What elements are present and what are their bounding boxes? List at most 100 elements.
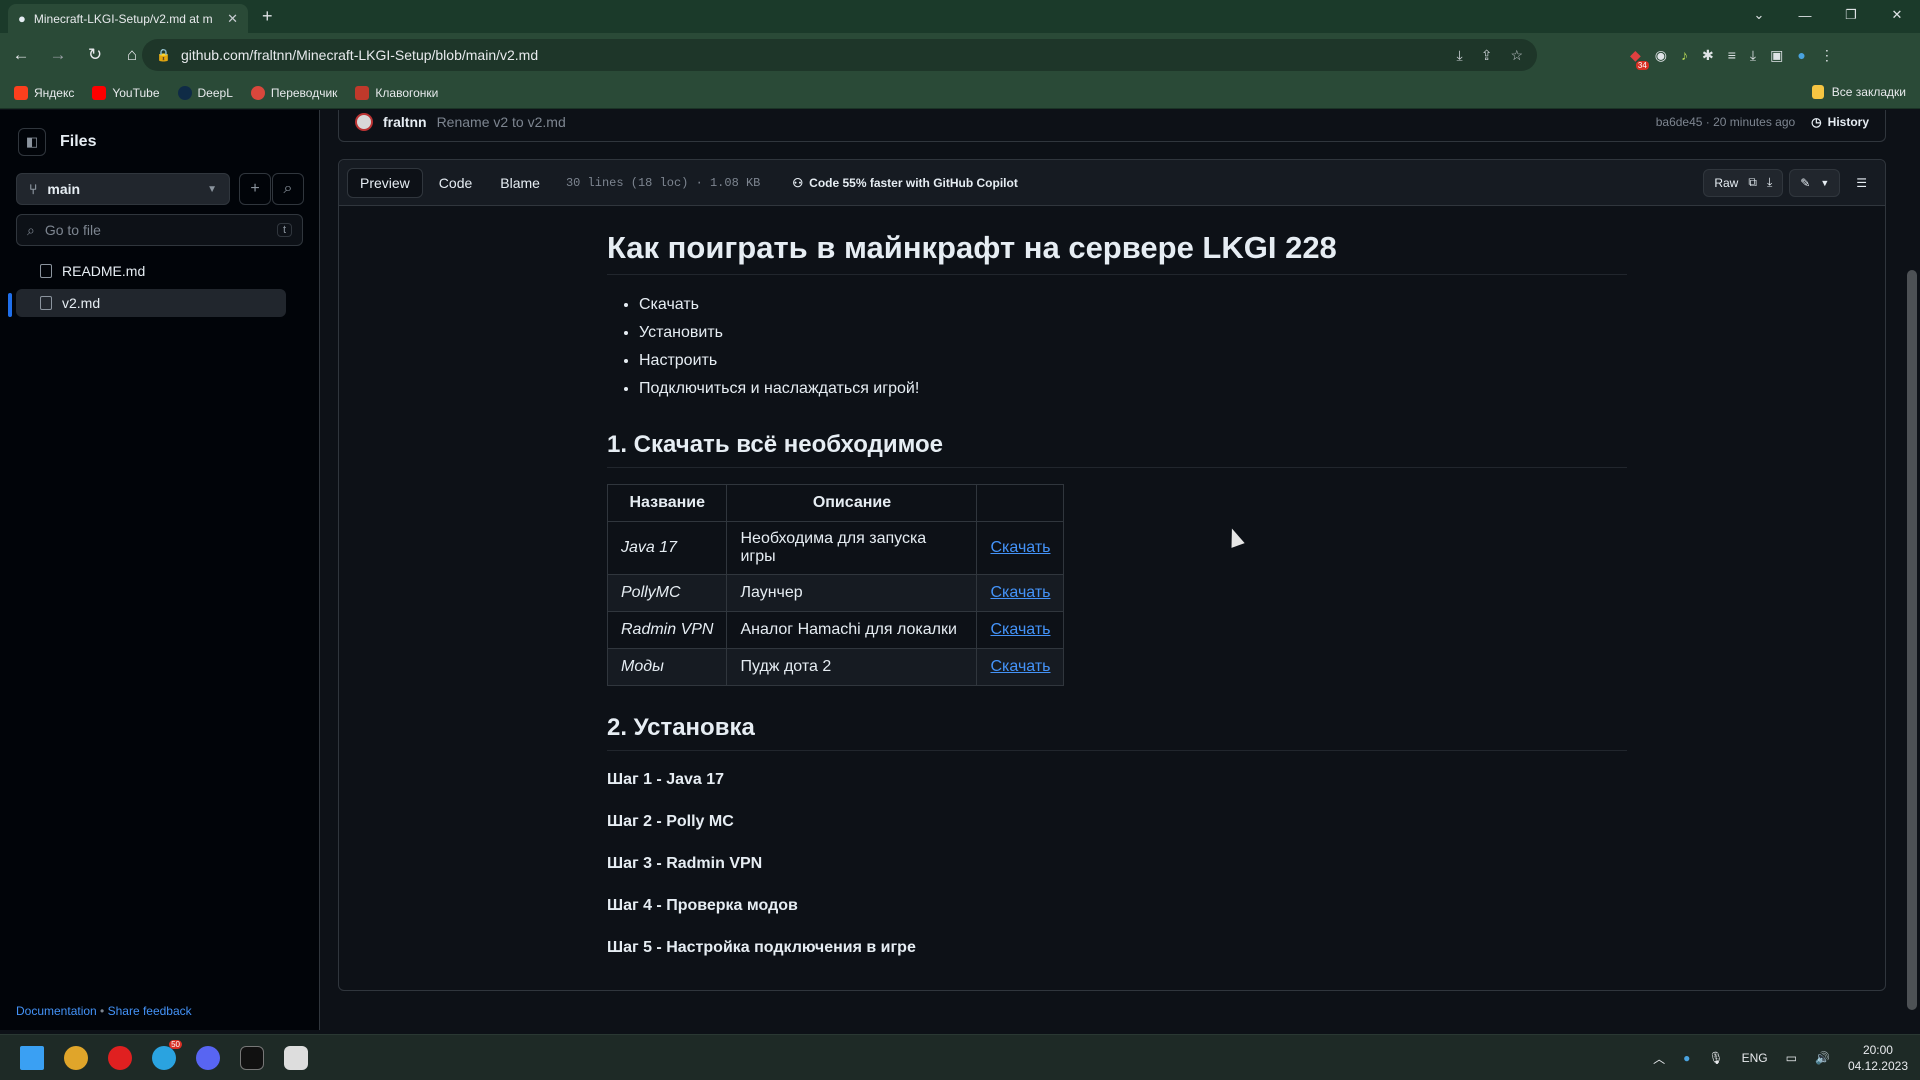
back-icon[interactable]: ←: [5, 39, 37, 71]
tab-title: Minecraft-LKGI-Setup/v2.md at m: [33, 11, 213, 26]
file-icon: [40, 264, 52, 278]
outline-icon[interactable]: ☰: [1846, 169, 1877, 197]
commit-info[interactable]: ba6de45 · 20 minutes ago: [1656, 115, 1795, 129]
install-step: Шаг 2 - Polly MC: [607, 813, 734, 830]
all-bookmarks-label: Все закладки: [1831, 85, 1906, 99]
page-scrollbar[interactable]: [1904, 110, 1920, 1030]
chevron-down-icon[interactable]: ▼: [1820, 178, 1829, 188]
go-to-file-input[interactable]: ⌕ Go to file t: [16, 214, 303, 246]
language-indicator[interactable]: ENG: [1742, 1051, 1768, 1065]
network-icon[interactable]: ▭: [1786, 1051, 1797, 1065]
tab-search-icon[interactable]: ⌄: [1736, 0, 1782, 30]
file-header: Preview Code Blame 30 lines (18 loc) · 1…: [339, 160, 1885, 206]
music-extension-icon[interactable]: ♪: [1681, 47, 1688, 63]
restore-icon[interactable]: ❐: [1828, 0, 1874, 30]
latest-commit-bar: fraltnn Rename v2 to v2.md ba6de45 · 20 …: [338, 110, 1886, 142]
sidepanel-icon[interactable]: ▣: [1770, 47, 1783, 64]
commit-message[interactable]: Rename v2 to v2.md: [437, 114, 566, 130]
raw-button[interactable]: Raw: [1714, 176, 1738, 190]
minimize-icon[interactable]: —: [1782, 0, 1828, 30]
add-file-button[interactable]: +: [239, 173, 271, 205]
extension-badge: 34: [1635, 60, 1649, 70]
download-link[interactable]: Скачать: [990, 584, 1050, 601]
bookmark-star-icon[interactable]: ☆: [1510, 47, 1523, 64]
author-avatar[interactable]: [355, 112, 373, 131]
history-icon: ◷: [1811, 114, 1822, 129]
branch-selector[interactable]: ⑂ main ▼: [16, 173, 230, 205]
windows-start-icon[interactable]: [10, 1036, 54, 1080]
chrome-icon[interactable]: [54, 1036, 98, 1080]
tab-code[interactable]: Code: [427, 169, 484, 197]
pencil-icon[interactable]: ✎: [1800, 176, 1810, 190]
tab-preview[interactable]: Preview: [347, 167, 423, 198]
bookmark-yandex[interactable]: Яндекс: [14, 85, 75, 100]
files-title: Files: [60, 133, 97, 150]
puzzle-icon[interactable]: ✱: [1702, 47, 1714, 64]
reload-icon[interactable]: ↻: [79, 39, 111, 71]
profile-avatar[interactable]: ●: [1797, 47, 1805, 63]
table-header-row: Название Описание: [606, 484, 1065, 522]
bookmark-deepl[interactable]: DeepL: [177, 85, 233, 100]
terminal-icon[interactable]: [230, 1036, 274, 1080]
collapse-sidebar-icon[interactable]: ◧: [18, 128, 46, 156]
bookmark-translator[interactable]: Переводчик: [250, 85, 337, 100]
tray-overflow-icon[interactable]: ︿: [1653, 1050, 1665, 1067]
copy-icon[interactable]: ⧉: [1748, 175, 1757, 190]
url-text[interactable]: github.com/fraltnn/Minecraft-LKGI-Setup/…: [181, 47, 538, 63]
install-step: Шаг 1 - Java 17: [607, 771, 725, 788]
share-icon[interactable]: ⇪: [1481, 47, 1493, 64]
download-link[interactable]: Скачать: [990, 621, 1050, 638]
menu-icon[interactable]: ⋮: [1820, 47, 1834, 64]
download-link[interactable]: Скачать: [990, 658, 1050, 675]
bookmark-youtube[interactable]: YouTube: [92, 85, 160, 100]
tab-close-icon[interactable]: ✕: [227, 11, 238, 27]
browser-tab[interactable]: ● Minecraft-LKGI-Setup/v2.md at m ✕: [8, 4, 248, 33]
bookmark-label: Яндекс: [34, 85, 75, 100]
search-icon: ⌕: [27, 221, 35, 238]
table-cell-link: Скачать: [976, 574, 1065, 612]
clock[interactable]: 20:00 04.12.2023: [1848, 1042, 1908, 1074]
scrollbar-thumb[interactable]: [1907, 270, 1917, 1010]
file-item-v2[interactable]: v2.md: [16, 289, 286, 317]
forward-icon[interactable]: →: [42, 39, 74, 71]
address-bar[interactable]: 🔒 github.com/fraltnn/Minecraft-LKGI-Setu…: [142, 39, 1537, 71]
discord-icon[interactable]: [186, 1036, 230, 1080]
page-title: Как поиграть в майнкрафт на сервере LKGI…: [607, 230, 1627, 275]
table-cell-name: Java 17: [606, 521, 728, 575]
share-feedback-link[interactable]: Share feedback: [108, 1004, 192, 1018]
extension-icon[interactable]: ◉: [1655, 47, 1667, 64]
close-window-icon[interactable]: ✕: [1874, 0, 1920, 30]
lock-icon[interactable]: 🔒: [156, 48, 171, 62]
volume-icon[interactable]: 🔊: [1815, 1051, 1830, 1065]
download-icon[interactable]: ⤓: [1767, 175, 1772, 190]
table-header: Описание: [726, 484, 978, 522]
install-icon[interactable]: ⤓: [1457, 47, 1463, 64]
java-app-icon[interactable]: [274, 1036, 318, 1080]
raw-button-group: Raw ⧉ ⤓: [1703, 168, 1784, 197]
bookmarks-bar: Яндекс YouTube DeepL Переводчик Клавогон…: [0, 77, 1920, 109]
tray-app-icon[interactable]: ●: [1683, 1051, 1690, 1065]
documentation-link[interactable]: Documentation: [16, 1004, 97, 1018]
branch-icon: ⑂: [29, 181, 38, 197]
download-link[interactable]: Скачать: [990, 539, 1050, 556]
new-tab-icon[interactable]: +: [262, 6, 273, 27]
copilot-promo[interactable]: ⚇ Code 55% faster with GitHub Copilot: [792, 176, 1017, 190]
bookmark-label: YouTube: [112, 85, 160, 100]
file-item-readme[interactable]: README.md: [16, 257, 286, 285]
ublock-icon[interactable]: ◆ 34: [1630, 47, 1649, 70]
telegram-icon[interactable]: 50: [142, 1036, 186, 1080]
bookmark-klavogonki[interactable]: Клавогонки: [355, 85, 438, 100]
downloads-table: Название Описание Java 17 Необходима для…: [606, 484, 1065, 686]
all-bookmarks[interactable]: Все закладки: [1811, 85, 1906, 99]
search-button[interactable]: ⌕: [272, 173, 304, 205]
translator-icon: [250, 85, 265, 100]
commit-author[interactable]: fraltnn: [383, 114, 427, 130]
downloads-icon[interactable]: ⤓: [1750, 47, 1756, 64]
recorder-icon[interactable]: [98, 1036, 142, 1080]
reading-list-icon[interactable]: ≡: [1728, 47, 1736, 63]
microphone-icon[interactable]: 🎙: [1708, 1051, 1723, 1065]
history-button[interactable]: ◷ History: [1811, 115, 1869, 129]
history-label: History: [1827, 114, 1869, 129]
tab-blame[interactable]: Blame: [488, 169, 552, 197]
sidebar-footer: Documentation • Share feedback: [16, 1004, 192, 1018]
